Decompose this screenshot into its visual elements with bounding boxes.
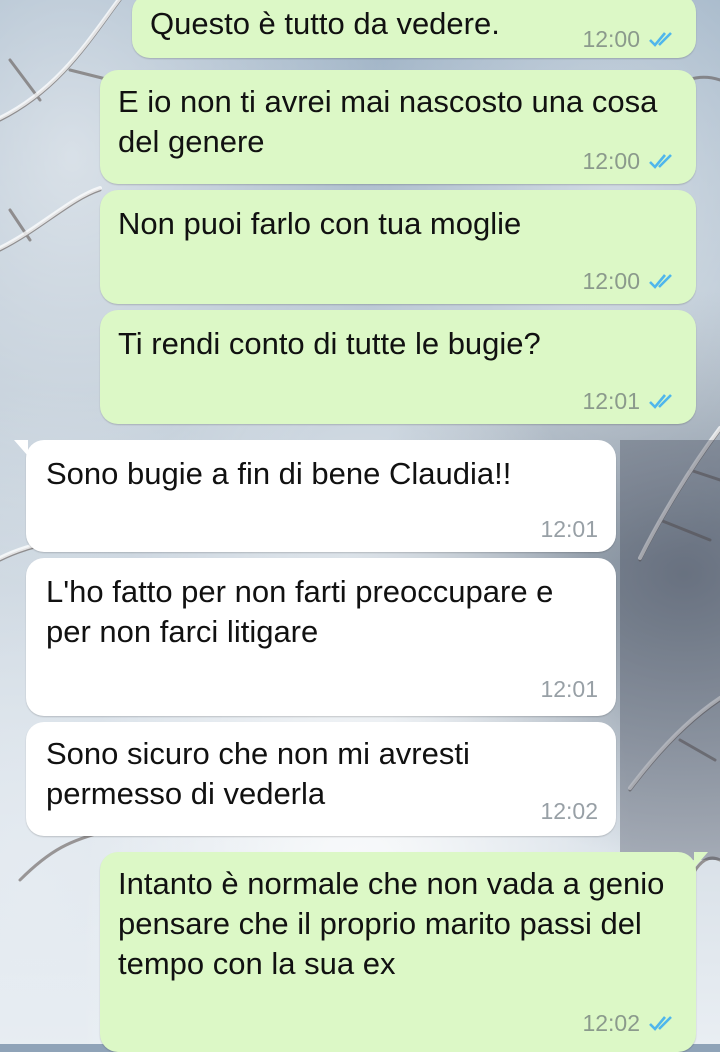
message-meta: 12:01 (540, 676, 598, 702)
message-bubble-outgoing[interactable]: Non puoi farlo con tua moglie 12:00 (100, 190, 696, 304)
chat-messages: Questo è tutto da vedere. 12:00 E io non… (0, 0, 720, 1052)
message-time: 12:00 (582, 26, 640, 52)
message-text: E io non ti avrei mai nascosto una cosa … (118, 84, 658, 159)
bubble-tail (694, 852, 708, 868)
double-check-icon (648, 30, 676, 48)
message-text: L'ho fatto per non farti preoccupare e p… (46, 574, 554, 649)
message-time: 12:02 (540, 798, 598, 824)
message-time: 12:02 (582, 1010, 640, 1036)
message-time: 12:00 (582, 148, 640, 174)
message-meta: 12:00 (582, 268, 676, 294)
message-time: 12:00 (582, 268, 640, 294)
message-bubble-incoming[interactable]: Sono sicuro che non mi avresti permesso … (26, 722, 616, 836)
message-meta: 12:02 (582, 1010, 676, 1036)
message-bubble-outgoing[interactable]: Ti rendi conto di tutte le bugie? 12:01 (100, 310, 696, 424)
message-meta: 12:02 (540, 798, 598, 824)
message-text: Sono sicuro che non mi avresti permesso … (46, 736, 470, 811)
message-time: 12:01 (540, 516, 598, 542)
message-bubble-incoming[interactable]: Sono bugie a fin di bene Claudia!! 12:01 (14, 440, 616, 552)
message-text: Ti rendi conto di tutte le bugie? (118, 326, 541, 361)
message-bubble-outgoing[interactable]: Intanto è normale che non vada a genio p… (100, 852, 708, 1052)
message-bubble-outgoing[interactable]: E io non ti avrei mai nascosto una cosa … (100, 70, 696, 184)
message-text: Non puoi farlo con tua moglie (118, 206, 522, 241)
message-time: 12:01 (582, 388, 640, 414)
message-meta: 12:00 (582, 148, 676, 174)
message-meta: 12:01 (582, 388, 676, 414)
double-check-icon (648, 1014, 676, 1032)
message-text: Intanto è normale che non vada a genio p… (118, 866, 665, 981)
double-check-icon (648, 152, 676, 170)
double-check-icon (648, 272, 676, 290)
message-time: 12:01 (540, 676, 598, 702)
message-meta: 12:01 (540, 516, 598, 542)
message-bubble-incoming[interactable]: L'ho fatto per non farti preoccupare e p… (26, 558, 616, 716)
double-check-icon (648, 392, 676, 410)
bubble-tail (14, 440, 28, 456)
message-meta: 12:00 (582, 26, 676, 52)
message-text: Sono bugie a fin di bene Claudia!! (46, 456, 512, 491)
message-bubble-outgoing[interactable]: Questo è tutto da vedere. 12:00 (132, 0, 696, 58)
